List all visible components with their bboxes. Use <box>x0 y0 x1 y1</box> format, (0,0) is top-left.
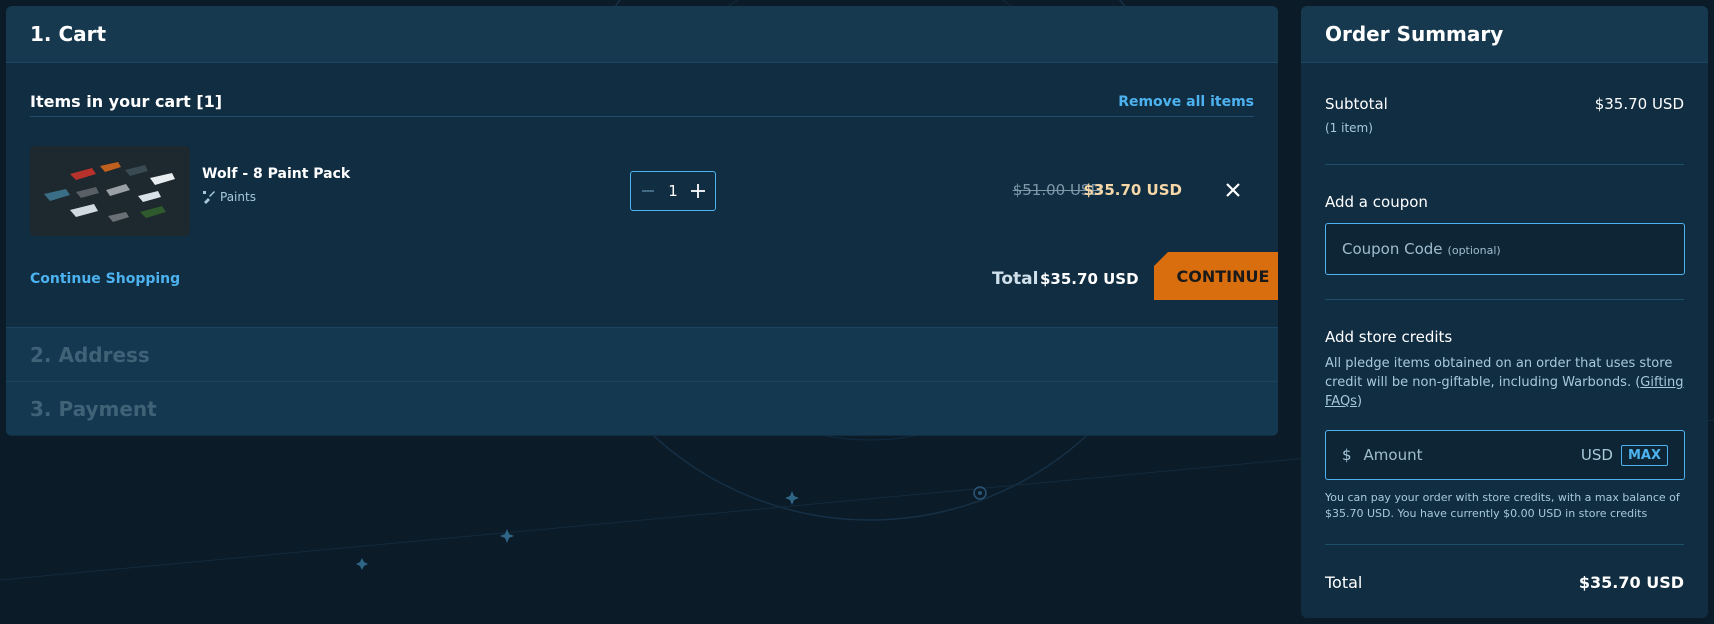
coupon-heading: Add a coupon <box>1325 193 1428 211</box>
product-thumbnail[interactable] <box>30 146 190 236</box>
cart-total-value: $35.70 USD <box>1040 270 1139 288</box>
store-credits-amount-input[interactable]: $ Amount USD MAX <box>1325 430 1685 480</box>
step-payment: 3. Payment <box>6 381 1278 435</box>
coupon-code-input[interactable]: Coupon Code (optional) <box>1325 223 1685 275</box>
product-category-label: Paints <box>220 190 256 204</box>
minus-icon <box>642 190 654 192</box>
item-count: (1 item) <box>1325 121 1373 135</box>
amount-placeholder: Amount <box>1363 446 1423 464</box>
paint-brush-icon <box>203 191 215 204</box>
divider <box>1325 164 1684 165</box>
store-credits-note-text: credit will be non-giftable, including W… <box>1325 375 1641 390</box>
remove-item-button[interactable] <box>1222 179 1244 201</box>
quantity-stepper: 1 <box>630 171 716 211</box>
coupon-optional-hint: (optional) <box>1447 243 1501 257</box>
summary-total-label: Total <box>1325 573 1363 592</box>
cart-panel: 1. Cart Items in your cart [1] Remove al… <box>6 6 1278 436</box>
continue-button[interactable]: CONTINUE <box>1154 252 1278 300</box>
step-address-title: 2. Address <box>30 342 150 367</box>
currency-symbol: $ <box>1342 446 1352 464</box>
subtotal-label: Subtotal <box>1325 95 1388 113</box>
discounted-price: $35.70 USD <box>1083 181 1182 199</box>
step-address: 2. Address <box>6 327 1278 381</box>
max-button[interactable]: MAX <box>1620 444 1668 466</box>
product-category: Paints <box>202 190 256 204</box>
store-credits-note: All pledge items obtained on an order th… <box>1325 354 1691 411</box>
cart-step-header: 1. Cart <box>6 6 1278 63</box>
items-header: Items in your cart [1] Remove all items <box>30 87 1254 117</box>
continue-shopping-link[interactable]: Continue Shopping <box>30 271 180 287</box>
gifting-faqs-link[interactable]: Gifting <box>1640 375 1683 390</box>
amount-currency: USD <box>1580 446 1613 464</box>
order-summary-panel: Order Summary Subtotal $35.70 USD (1 ite… <box>1301 6 1708 618</box>
items-count-label: Items in your cart [1] <box>30 92 223 111</box>
cart-body: Items in your cart [1] Remove all items <box>6 63 1278 327</box>
divider <box>1325 299 1684 300</box>
store-credits-note-close: ) <box>1356 394 1363 409</box>
store-credits-note-line2: credit will be non-giftable, including W… <box>1325 373 1691 392</box>
store-credits-note-line3: FAQs) <box>1325 392 1691 411</box>
close-icon <box>1226 183 1240 197</box>
quantity-value[interactable]: 1 <box>668 182 678 200</box>
product-name[interactable]: Wolf - 8 Paint Pack <box>202 166 350 182</box>
subtotal-value: $35.70 USD <box>1594 95 1684 113</box>
store-credits-info-line2: $35.70 USD. You have currently $0.00 USD… <box>1325 507 1648 520</box>
plus-icon <box>690 184 705 198</box>
step-payment-title: 3. Payment <box>30 396 157 421</box>
store-credits-heading: Add store credits <box>1325 328 1453 346</box>
order-summary-header: Order Summary <box>1301 6 1708 63</box>
cart-step-title: 1. Cart <box>30 22 107 46</box>
coupon-placeholder: Coupon Code <box>1342 240 1443 258</box>
gifting-faqs-link-cont[interactable]: FAQs <box>1325 394 1357 409</box>
order-summary-title: Order Summary <box>1325 22 1504 46</box>
remove-all-link[interactable]: Remove all items <box>1118 94 1254 110</box>
increase-quantity-button[interactable] <box>687 180 709 202</box>
summary-total-value: $35.70 USD <box>1578 573 1684 592</box>
cart-total-label: Total <box>992 269 1039 289</box>
divider <box>1325 544 1684 545</box>
store-credits-info-line1: You can pay your order with store credit… <box>1325 491 1680 504</box>
decrease-quantity-button[interactable] <box>637 180 659 202</box>
cart-item: Wolf - 8 Paint Pack Paints 1 $51.00 USD <box>30 146 1254 236</box>
store-credits-info: You can pay your order with store credit… <box>1325 490 1691 522</box>
store-credits-note-line1: All pledge items obtained on an order th… <box>1325 356 1673 371</box>
